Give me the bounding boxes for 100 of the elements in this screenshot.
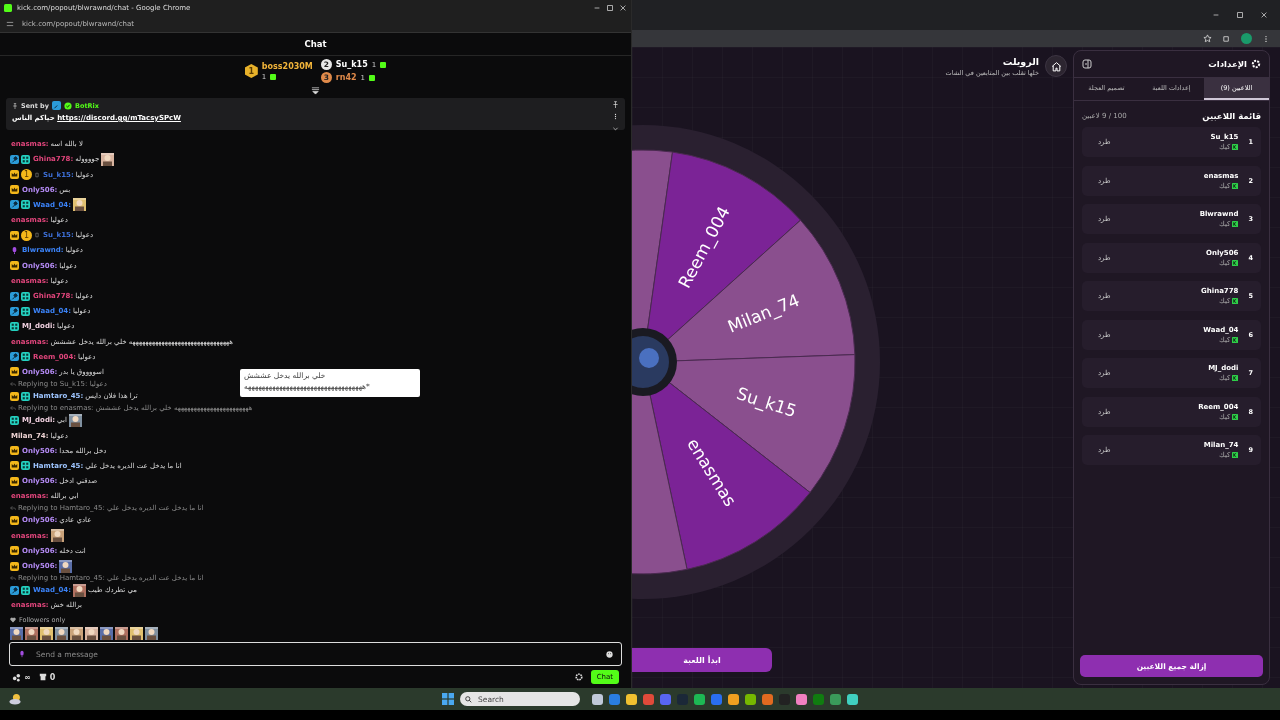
wheel-hub-drawing: [632, 328, 677, 396]
hammer-badge-icon: [10, 585, 19, 595]
list-title: قائمة اللاعبين: [1202, 111, 1261, 121]
settings-icon[interactable]: [574, 673, 583, 681]
logo-icon: [1232, 144, 1239, 150]
hammer-badge-icon: [10, 200, 19, 210]
og-badge-icon: [21, 391, 30, 401]
og-badge-icon: [21, 291, 30, 301]
logo-icon: [1232, 336, 1239, 343]
chevron-down-icon[interactable]: [612, 125, 619, 132]
points-value: ∞: [24, 672, 31, 682]
logo-icon: [1232, 182, 1239, 189]
weather-icon[interactable]: [8, 692, 22, 706]
bookmark-star-icon[interactable]: [1203, 34, 1212, 43]
minimize-icon[interactable]: [1212, 11, 1220, 19]
heart-icon: [10, 616, 16, 623]
og-badge-icon: [10, 321, 19, 331]
logo-icon: [1232, 413, 1239, 420]
gift-icon: [270, 73, 277, 80]
logo-icon: [1232, 452, 1239, 458]
reply-icon: [10, 381, 16, 388]
site-settings-icon[interactable]: [6, 19, 14, 28]
search-icon: [465, 695, 472, 703]
app-icon[interactable]: [745, 693, 756, 705]
leader-name: Su_k15: [335, 60, 368, 69]
points-icon: [12, 672, 21, 682]
leader-name: rn42: [335, 73, 357, 82]
crown-badge-icon: [10, 170, 19, 180]
crown-badge-icon: [10, 261, 19, 271]
hammer-badge-icon: [10, 291, 19, 301]
emblem-icon: [34, 171, 40, 178]
app-icon[interactable]: [830, 693, 841, 705]
crown-badge-icon: [10, 446, 19, 456]
close-icon[interactable]: [1260, 11, 1268, 19]
logo-icon: [1232, 298, 1239, 304]
store-icon: [38, 673, 47, 681]
start-game-button[interactable]: ابدأ اللعبة: [632, 648, 772, 672]
reply-icon: [10, 405, 16, 412]
settings-title: الإعدادات: [1208, 59, 1247, 69]
pin-icon: [12, 102, 18, 109]
maximize-icon[interactable]: [1236, 11, 1244, 19]
close-icon[interactable]: [619, 3, 627, 12]
microphone-icon: [10, 245, 19, 255]
crown-badge-icon: [10, 546, 19, 556]
store-count: 0: [49, 672, 56, 682]
og-badge-icon: [21, 154, 30, 164]
app-icon[interactable]: [796, 693, 807, 705]
rank-badge: 1: [244, 64, 258, 78]
verified-icon: [64, 101, 72, 110]
settings-icon: [1251, 59, 1261, 69]
logo-icon: [1232, 259, 1239, 266]
page-title: الرويلت: [1002, 55, 1039, 67]
maximize-icon[interactable]: [606, 3, 614, 12]
crown-badge-icon: [10, 391, 19, 401]
crown-badge-icon: [10, 515, 19, 525]
pin-icon[interactable]: [612, 101, 619, 108]
og-badge-icon: [10, 415, 19, 425]
hammer-badge-icon: [10, 306, 19, 316]
extensions-icon[interactable]: [1222, 34, 1231, 43]
app-icon[interactable]: [728, 693, 739, 705]
reply-icon: [10, 575, 16, 582]
microphone-icon: [18, 650, 26, 658]
gift-count-badge: 1: [21, 169, 32, 181]
logo-icon: [1232, 375, 1239, 381]
app-icon[interactable]: [643, 693, 654, 705]
home-icon: [1050, 60, 1062, 72]
crown-badge-icon: [10, 230, 19, 240]
site-icon: [4, 3, 12, 12]
sidebar-toggle-icon[interactable]: [1082, 59, 1092, 69]
og-badge-icon: [21, 352, 30, 362]
start-icon[interactable]: [442, 693, 454, 705]
hammer-badge-icon: [10, 352, 19, 362]
crown-badge-icon: [10, 461, 19, 471]
reply-icon: [10, 505, 16, 512]
crown-badge-icon: [10, 561, 19, 571]
home-button[interactable]: [1045, 55, 1067, 77]
expand-icon[interactable]: [311, 86, 320, 95]
crown-badge-icon: [10, 185, 19, 195]
more-icon[interactable]: [612, 113, 619, 120]
app-icon[interactable]: [762, 693, 773, 705]
app-icon[interactable]: [609, 693, 620, 705]
leader-name: boss2030M: [261, 61, 313, 71]
gift-count-badge: 1: [21, 229, 32, 241]
og-badge-icon: [21, 200, 30, 210]
og-badge-icon: [21, 306, 30, 316]
app-icon[interactable]: [626, 693, 637, 705]
chat-heading: Chat: [304, 39, 327, 49]
og-badge-icon: [21, 461, 30, 471]
crown-badge-icon: [10, 476, 19, 486]
hammer-badge-icon: [52, 101, 61, 110]
profile-avatar-icon[interactable]: [1241, 33, 1252, 44]
emblem-icon: [34, 232, 40, 239]
app-icon[interactable]: [694, 693, 705, 705]
app-icon[interactable]: [592, 693, 603, 705]
hammer-badge-icon: [10, 154, 19, 164]
app-icon[interactable]: [847, 693, 858, 705]
emoji-icon[interactable]: [606, 650, 613, 658]
crown-badge-icon: [10, 367, 19, 377]
og-badge-icon: [21, 585, 30, 595]
logo-icon: [1232, 221, 1239, 227]
